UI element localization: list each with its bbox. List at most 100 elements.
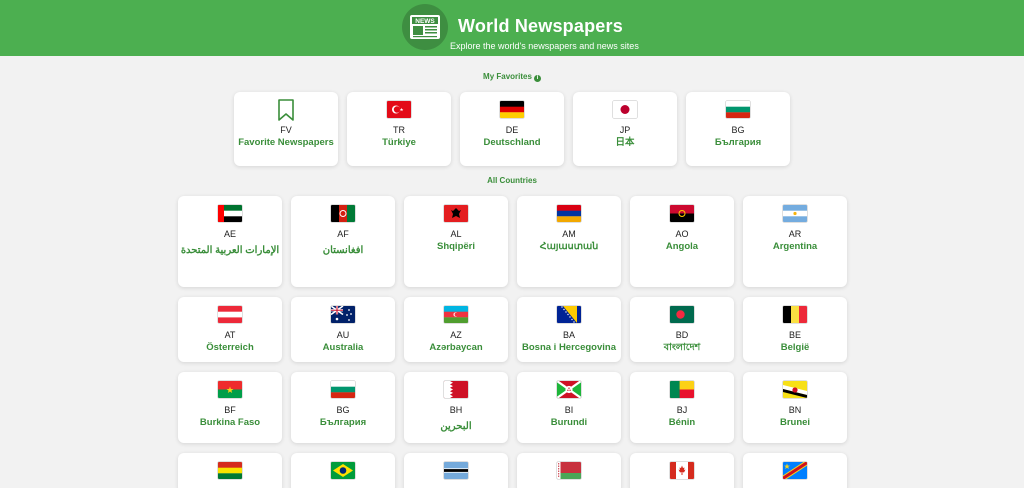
country-card-am[interactable]: AM Հայաստան <box>517 196 621 287</box>
flag-bj-icon <box>670 381 694 398</box>
country-code: DE <box>505 125 519 135</box>
flag-am-icon <box>557 205 581 222</box>
country-card-au[interactable]: AU Australia <box>291 297 395 362</box>
country-name: Favorite Newspapers <box>238 137 334 148</box>
flag-af-icon <box>331 205 355 222</box>
country-card-by[interactable] <box>517 453 621 488</box>
favorite-card-fv[interactable]: FV Favorite Newspapers <box>234 92 338 166</box>
flag-de-icon <box>500 101 524 118</box>
flag-ao-icon <box>670 205 694 222</box>
country-code: AL <box>450 229 462 239</box>
country-code: AM <box>562 229 576 239</box>
country-code: AT <box>224 330 236 340</box>
favorite-card-tr[interactable]: TR Türkiye <box>347 92 451 166</box>
country-card-cd[interactable] <box>743 453 847 488</box>
favorite-card-bg[interactable]: BG България <box>686 92 790 166</box>
country-code: AU <box>336 330 350 340</box>
country-card-bw[interactable] <box>404 453 508 488</box>
country-card-bd[interactable]: BD বাংলাদেশ <box>630 297 734 362</box>
country-code: AF <box>337 229 349 239</box>
flag-jp-icon <box>613 101 637 118</box>
country-name: Angola <box>665 241 699 252</box>
country-code: BD <box>675 330 689 340</box>
country-card-be[interactable]: BE België <box>743 297 847 362</box>
country-card-az[interactable]: AZ Azərbaycan <box>404 297 508 362</box>
country-name: Brunei <box>779 417 811 428</box>
country-code: TR <box>393 125 405 135</box>
flag-bh-icon <box>444 381 468 398</box>
country-name: البحرين <box>440 421 472 432</box>
country-code: BG <box>731 125 745 135</box>
country-code: FV <box>280 125 292 135</box>
flag-bg-icon <box>331 381 355 398</box>
flag-bd-icon <box>670 306 694 323</box>
info-icon[interactable]: i <box>533 75 541 82</box>
country-card-bi[interactable]: BI Burundi <box>517 372 621 443</box>
country-name: България <box>714 137 762 148</box>
flag-al-icon <box>444 205 468 222</box>
country-card-al[interactable]: AL Shqipëri <box>404 196 508 287</box>
flag-br-icon <box>331 462 355 479</box>
country-name: الإمارات العربية المتحدة <box>180 245 280 256</box>
all-countries-section-title: All Countries <box>487 176 537 185</box>
app-header: NEWS World Newspapers Explore the world'… <box>0 0 1024 56</box>
country-code: AR <box>788 229 802 239</box>
country-name: Deutschland <box>483 137 541 148</box>
country-card-at[interactable]: AT Österreich <box>178 297 282 362</box>
country-code: AO <box>675 229 689 239</box>
country-card-bj[interactable]: BJ Bénin <box>630 372 734 443</box>
country-card-bo[interactable] <box>178 453 282 488</box>
country-card-ao[interactable]: AO Angola <box>630 196 734 287</box>
flag-tr-icon <box>387 101 411 118</box>
newspaper-logo-icon[interactable]: NEWS <box>402 4 448 50</box>
country-code: BG <box>336 405 350 415</box>
country-code: BJ <box>676 405 688 415</box>
country-card-bh[interactable]: BH البحرين <box>404 372 508 443</box>
country-name: Türkiye <box>382 137 416 148</box>
country-code: AZ <box>450 330 462 340</box>
country-name: Burkina Faso <box>199 417 261 428</box>
country-code: AE <box>223 229 236 239</box>
country-card-ar[interactable]: AR Argentina <box>743 196 847 287</box>
favorites-section-title: My Favorites i <box>0 72 1024 82</box>
logo-text: NEWS <box>415 18 435 25</box>
flag-au-icon <box>331 306 355 323</box>
country-card-ca[interactable] <box>630 453 734 488</box>
app-subtitle: Explore the world's newspapers and news … <box>450 41 639 51</box>
flag-bw-icon <box>444 462 468 479</box>
favorites-title-text: My Favorites <box>483 72 532 81</box>
country-card-bn[interactable]: BN Brunei <box>743 372 847 443</box>
flag-bi-icon <box>557 381 581 398</box>
country-code: BN <box>788 405 802 415</box>
country-code: BE <box>788 330 801 340</box>
country-name: België <box>780 342 810 353</box>
favorite-card-de[interactable]: DE Deutschland <box>460 92 564 166</box>
country-card-br[interactable] <box>291 453 395 488</box>
flag-ae-icon <box>218 205 242 222</box>
flag-by-icon <box>557 462 581 479</box>
flag-cd-icon <box>783 462 807 479</box>
country-name: Burundi <box>550 417 588 428</box>
country-card-bf[interactable]: BF Burkina Faso <box>178 372 282 443</box>
favorite-card-jp[interactable]: JP 日本 <box>573 92 677 166</box>
country-code: BH <box>449 405 463 415</box>
country-name: Shqipëri <box>436 241 475 252</box>
country-card-af[interactable]: AF افغانستان <box>291 196 395 287</box>
country-card-bg[interactable]: BG България <box>291 372 395 443</box>
country-name: Österreich <box>206 342 254 353</box>
country-name: افغانستان <box>322 245 364 256</box>
country-card-ba[interactable]: BA Bosna i Hercegovina <box>517 297 621 362</box>
country-code: BA <box>562 330 575 340</box>
country-code: BI <box>564 405 574 415</box>
country-name: Australia <box>322 342 364 353</box>
flag-be-icon <box>783 306 807 323</box>
flag-ca-icon <box>670 462 694 479</box>
country-code: BF <box>224 405 236 415</box>
country-code: JP <box>619 125 631 135</box>
country-name: България <box>319 417 367 428</box>
country-name: Հայաստան <box>539 241 599 252</box>
country-name: 日本 <box>615 137 635 148</box>
country-card-ae[interactable]: AE الإمارات العربية المتحدة <box>178 196 282 287</box>
flag-bg-icon <box>726 101 750 118</box>
country-name: Azərbaycan <box>429 342 483 353</box>
